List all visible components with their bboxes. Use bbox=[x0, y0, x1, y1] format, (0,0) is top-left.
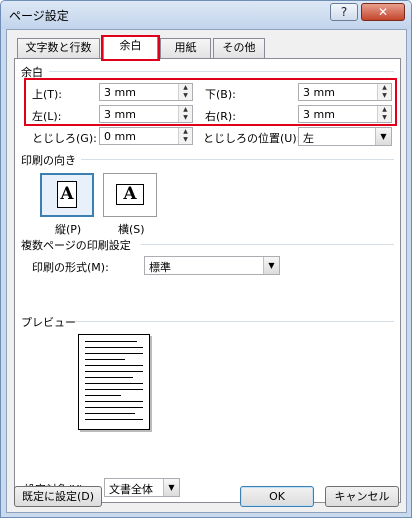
top-margin-spinner[interactable]: 3 mm ▲ ▼ bbox=[99, 83, 193, 101]
left-margin-value: 3 mm bbox=[104, 108, 136, 121]
preview-line bbox=[85, 413, 135, 414]
portrait-button[interactable]: A bbox=[40, 173, 94, 217]
preview-line bbox=[85, 341, 137, 342]
gutter-position-value: 左 bbox=[303, 132, 314, 145]
tab-margins[interactable]: 余白 bbox=[103, 36, 158, 60]
preview-line bbox=[85, 353, 143, 354]
right-margin-spinner[interactable]: 3 mm ▲ ▼ bbox=[298, 105, 392, 123]
apply-to-select[interactable]: 文書全体 ▼ bbox=[104, 478, 180, 497]
preview-line bbox=[85, 401, 143, 402]
tab-page: 余白 上(T): 3 mm ▲ ▼ 下(B): 3 mm ▲ ▼ 左(L): 3 m… bbox=[14, 58, 401, 503]
portrait-page-icon: A bbox=[57, 181, 77, 208]
right-margin-value: 3 mm bbox=[303, 108, 335, 121]
preview-line bbox=[85, 407, 143, 408]
left-margin-spinner[interactable]: 3 mm ▲ ▼ bbox=[99, 105, 193, 123]
print-format-value: 標準 bbox=[149, 261, 171, 274]
margins-divider bbox=[49, 71, 394, 72]
top-margin-value: 3 mm bbox=[104, 86, 136, 99]
preview-line bbox=[85, 383, 143, 384]
spin-arrows-icon[interactable]: ▲ ▼ bbox=[178, 84, 192, 100]
tab-paper[interactable]: 用紙 bbox=[160, 38, 211, 58]
preview-line bbox=[85, 371, 143, 372]
chevron-down-icon[interactable]: ▼ bbox=[263, 257, 279, 274]
preview-line bbox=[85, 347, 143, 348]
preview-line bbox=[85, 419, 143, 420]
orientation-divider bbox=[81, 159, 394, 160]
portrait-label: 縦(P) bbox=[55, 223, 82, 236]
page-setup-dialog: ページ設定 ? ✕ 文字数と行数 余白 用紙 その他 余白 上(T): 3 mm… bbox=[0, 0, 412, 518]
orientation-section-label: 印刷の向き bbox=[21, 154, 76, 167]
close-button[interactable]: ✕ bbox=[361, 3, 405, 21]
top-margin-label: 上(T): bbox=[32, 88, 63, 101]
gutter-position-select[interactable]: 左 ▼ bbox=[298, 127, 392, 146]
help-button[interactable]: ? bbox=[330, 3, 358, 21]
spin-arrows-icon[interactable]: ▲ ▼ bbox=[178, 128, 192, 144]
preview-line bbox=[85, 389, 143, 390]
title-bar: ページ設定 ? ✕ bbox=[1, 1, 411, 29]
multiple-pages-divider bbox=[141, 244, 394, 245]
spin-arrows-icon[interactable]: ▲ ▼ bbox=[178, 106, 192, 122]
gutter-value: 0 mm bbox=[104, 130, 136, 143]
chevron-down-icon[interactable]: ▼ bbox=[375, 128, 391, 145]
cancel-button[interactable]: キャンセル bbox=[325, 486, 399, 507]
tab-other[interactable]: その他 bbox=[213, 38, 265, 58]
preview-line bbox=[85, 395, 121, 396]
gutter-spinner[interactable]: 0 mm ▲ ▼ bbox=[99, 127, 193, 145]
gutter-label: とじしろ(G): bbox=[32, 132, 97, 145]
right-margin-label: 右(R): bbox=[205, 110, 236, 123]
bottom-margin-value: 3 mm bbox=[303, 86, 335, 99]
spin-arrows-icon[interactable]: ▲ ▼ bbox=[377, 84, 391, 100]
print-format-select[interactable]: 標準 ▼ bbox=[144, 256, 280, 275]
tab-characters-lines[interactable]: 文字数と行数 bbox=[17, 38, 100, 58]
bottom-margin-spinner[interactable]: 3 mm ▲ ▼ bbox=[298, 83, 392, 101]
landscape-label: 横(S) bbox=[118, 223, 145, 236]
preview-divider bbox=[75, 321, 394, 322]
landscape-button[interactable]: A bbox=[103, 173, 157, 217]
landscape-page-icon: A bbox=[116, 184, 144, 205]
ok-button[interactable]: OK bbox=[240, 486, 314, 507]
chevron-down-icon[interactable]: ▼ bbox=[163, 479, 179, 496]
preview-line bbox=[85, 377, 133, 378]
preview-line bbox=[85, 365, 143, 366]
spin-arrows-icon[interactable]: ▲ ▼ bbox=[377, 106, 391, 122]
preview-line bbox=[85, 359, 125, 360]
left-margin-label: 左(L): bbox=[32, 110, 62, 123]
set-as-default-button[interactable]: 既定に設定(D) bbox=[14, 486, 102, 507]
apply-to-value: 文書全体 bbox=[109, 483, 153, 496]
dialog-body: 文字数と行数 余白 用紙 その他 余白 上(T): 3 mm ▲ ▼ 下(B): … bbox=[6, 29, 407, 513]
window-title: ページ設定 bbox=[9, 9, 69, 23]
print-format-label: 印刷の形式(M): bbox=[32, 261, 109, 274]
multiple-pages-section-label: 複数ページの印刷設定 bbox=[21, 239, 131, 252]
gutter-position-label: とじしろの位置(U): bbox=[203, 132, 301, 145]
page-preview bbox=[78, 334, 150, 430]
margins-section-label: 余白 bbox=[21, 66, 43, 79]
bottom-margin-label: 下(B): bbox=[205, 88, 236, 101]
preview-section-label: プレビュー bbox=[21, 316, 76, 329]
